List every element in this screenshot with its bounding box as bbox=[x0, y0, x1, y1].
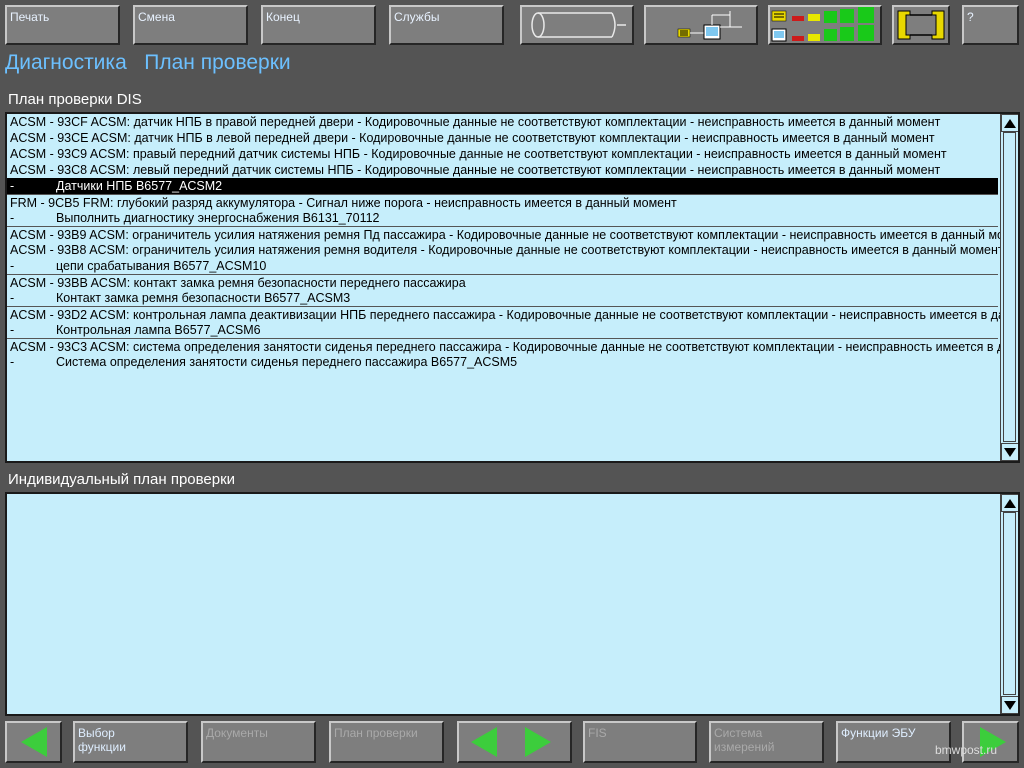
arrow-right-icon bbox=[525, 727, 551, 757]
fis-label: FIS bbox=[588, 726, 607, 740]
row-detail: цепи срабатывания B6577_ACSM10 bbox=[56, 259, 267, 273]
row-text: - bbox=[10, 291, 15, 305]
row-text: ACSM - 93B9 ACSM: ограничитель усилия на… bbox=[10, 228, 1020, 242]
row-text: ACSM - 93C8 ACSM: левый передний датчик … bbox=[10, 163, 941, 177]
individual-plan-list[interactable] bbox=[5, 492, 1020, 716]
row-text: - bbox=[10, 323, 15, 337]
end-button[interactable]: Конец bbox=[261, 5, 376, 45]
prev-next-button[interactable] bbox=[457, 721, 572, 763]
battery-icon bbox=[897, 10, 945, 40]
cable-icon bbox=[531, 12, 626, 38]
row-text: ACSM - 93CF ACSM: датчик НПБ в правой пе… bbox=[10, 115, 941, 129]
ecu-functions-label: Функции ЭБУ bbox=[841, 726, 916, 740]
end-label: Конец bbox=[266, 10, 300, 24]
row-text: - bbox=[10, 355, 15, 369]
individual-plan-heading: Индивидуальный план проверки bbox=[8, 471, 236, 488]
table-row[interactable]: ACSM - 93D2 ACSM: контрольная лампа деак… bbox=[7, 306, 1018, 322]
services-button[interactable]: Службы bbox=[389, 5, 504, 45]
title-test-plan: План проверки bbox=[144, 51, 291, 74]
table-row[interactable]: ACSM - 93C8 ACSM: левый передний датчик … bbox=[7, 162, 998, 178]
signal-levels-icon bbox=[771, 7, 874, 42]
row-text: ACSM - 93B8 ACSM: ограничитель усилия на… bbox=[10, 243, 1004, 257]
page-title: Диагностика План проверки bbox=[5, 51, 291, 75]
table-row[interactable]: ACSM - 93B8 ACSM: ограничитель усилия на… bbox=[7, 242, 1004, 258]
table-row[interactable]: - Выполнить диагностику энергоснабжения B… bbox=[7, 210, 998, 226]
ecu-functions-button[interactable]: Функции ЭБУ bbox=[836, 721, 951, 763]
print-button[interactable]: Печать bbox=[5, 5, 120, 45]
cable-status-button[interactable] bbox=[520, 5, 634, 45]
scroll-down-button[interactable] bbox=[1001, 443, 1018, 461]
table-row[interactable]: ACSM - 93B9 ACSM: ограничитель усилия на… bbox=[7, 226, 1018, 242]
documents-label: Документы bbox=[206, 726, 268, 740]
arrow-up-icon bbox=[1004, 498, 1016, 508]
watermark: bmwpost.ru bbox=[935, 743, 998, 757]
arrow-left-icon bbox=[471, 727, 497, 757]
individual-plan-scrollbar[interactable] bbox=[1000, 494, 1018, 714]
test-plan-rows: ACSM - 93CF ACSM: датчик НПБ в правой пе… bbox=[7, 114, 1018, 370]
table-row[interactable]: FRM - 9CB5 FRM: глубокий разряд аккумуля… bbox=[7, 194, 998, 210]
row-detail: Контрольная лампа B6577_ACSM6 bbox=[56, 323, 261, 337]
test-plan-label: План проверки bbox=[334, 726, 418, 740]
table-row[interactable]: ACSM - 93BB ACSM: контакт замка ремня бе… bbox=[7, 274, 998, 290]
arrow-left-icon bbox=[21, 727, 47, 757]
select-function-button[interactable]: Выбор функции bbox=[73, 721, 188, 763]
table-row[interactable]: - цепи срабатывания B6577_ACSM10 bbox=[7, 258, 998, 274]
change-button[interactable]: Смена bbox=[133, 5, 248, 45]
row-text: FRM - 9CB5 FRM: глубокий разряд аккумуля… bbox=[10, 196, 677, 210]
table-row[interactable]: ACSM - 93C3 ACSM: система определения за… bbox=[7, 338, 1018, 354]
fis-button[interactable]: FIS bbox=[583, 721, 697, 763]
row-text: ACSM - 93BB ACSM: контакт замка ремня бе… bbox=[10, 276, 466, 290]
services-label: Службы bbox=[394, 10, 440, 24]
row-detail: Контакт замка ремня безопасности B6577_A… bbox=[56, 291, 351, 305]
row-detail: Датчики НПБ B6577_ACSM2 bbox=[56, 179, 223, 193]
test-plan-list[interactable]: ACSM - 93CF ACSM: датчик НПБ в правой пе… bbox=[5, 112, 1020, 463]
help-button[interactable]: ? bbox=[962, 5, 1019, 45]
arrow-down-icon bbox=[1004, 447, 1016, 457]
table-row[interactable]: - Датчики НПБ B6577_ACSM2 bbox=[7, 178, 998, 194]
scroll-thumb[interactable] bbox=[1003, 512, 1016, 695]
row-text: ACSM - 93CE ACSM: датчик НПБ в левой пер… bbox=[10, 131, 935, 145]
row-text: - bbox=[10, 211, 15, 225]
test-plan-scrollbar[interactable] bbox=[1000, 114, 1018, 461]
row-text: - bbox=[10, 259, 15, 273]
scroll-down-button[interactable] bbox=[1001, 696, 1018, 714]
change-label: Смена bbox=[138, 10, 175, 24]
network-status-button[interactable] bbox=[644, 5, 758, 45]
title-diagnostics: Диагностика bbox=[5, 51, 127, 74]
scroll-up-button[interactable] bbox=[1001, 114, 1018, 132]
battery-status-button[interactable] bbox=[892, 5, 950, 45]
row-text: ACSM - 93C3 ACSM: система определения за… bbox=[10, 340, 1020, 354]
table-row[interactable]: - Контрольная лампа B6577_ACSM6 bbox=[7, 322, 998, 338]
table-row[interactable]: ACSM - 93CF ACSM: датчик НПБ в правой пе… bbox=[7, 114, 998, 130]
test-plan-heading: План проверки DIS bbox=[8, 91, 142, 108]
print-label: Печать bbox=[10, 10, 50, 24]
help-label: ? bbox=[967, 10, 974, 24]
table-row[interactable]: ACSM - 93CE ACSM: датчик НПБ в левой пер… bbox=[7, 130, 998, 146]
table-row[interactable]: - Контакт замка ремня безопасности B6577_… bbox=[7, 290, 998, 306]
scroll-thumb[interactable] bbox=[1003, 132, 1016, 442]
row-text: ACSM - 93D2 ACSM: контрольная лампа деак… bbox=[10, 308, 1020, 322]
arrow-up-icon bbox=[1004, 118, 1016, 128]
row-detail: Система определения занятости сиденья пе… bbox=[56, 355, 518, 369]
back-button[interactable] bbox=[5, 721, 62, 763]
arrow-down-icon bbox=[1004, 700, 1016, 710]
row-detail: Выполнить диагностику энергоснабжения B6… bbox=[56, 211, 380, 225]
documents-button[interactable]: Документы bbox=[201, 721, 316, 763]
table-row[interactable]: - Система определения занятости сиденья п… bbox=[7, 354, 998, 370]
row-text: ACSM - 93C9 ACSM: правый передний датчик… bbox=[10, 147, 947, 161]
select-function-label: Выбор функции bbox=[78, 726, 126, 754]
scroll-up-button[interactable] bbox=[1001, 494, 1018, 512]
connection-levels-button[interactable] bbox=[768, 5, 882, 45]
network-diagram-icon bbox=[677, 11, 742, 40]
measurement-system-button[interactable]: Система измерений bbox=[709, 721, 824, 763]
measurement-system-label: Система измерений bbox=[714, 726, 775, 754]
test-plan-button[interactable]: План проверки bbox=[329, 721, 444, 763]
table-row[interactable]: ACSM - 93C9 ACSM: правый передний датчик… bbox=[7, 146, 998, 162]
row-text: - bbox=[10, 179, 15, 193]
